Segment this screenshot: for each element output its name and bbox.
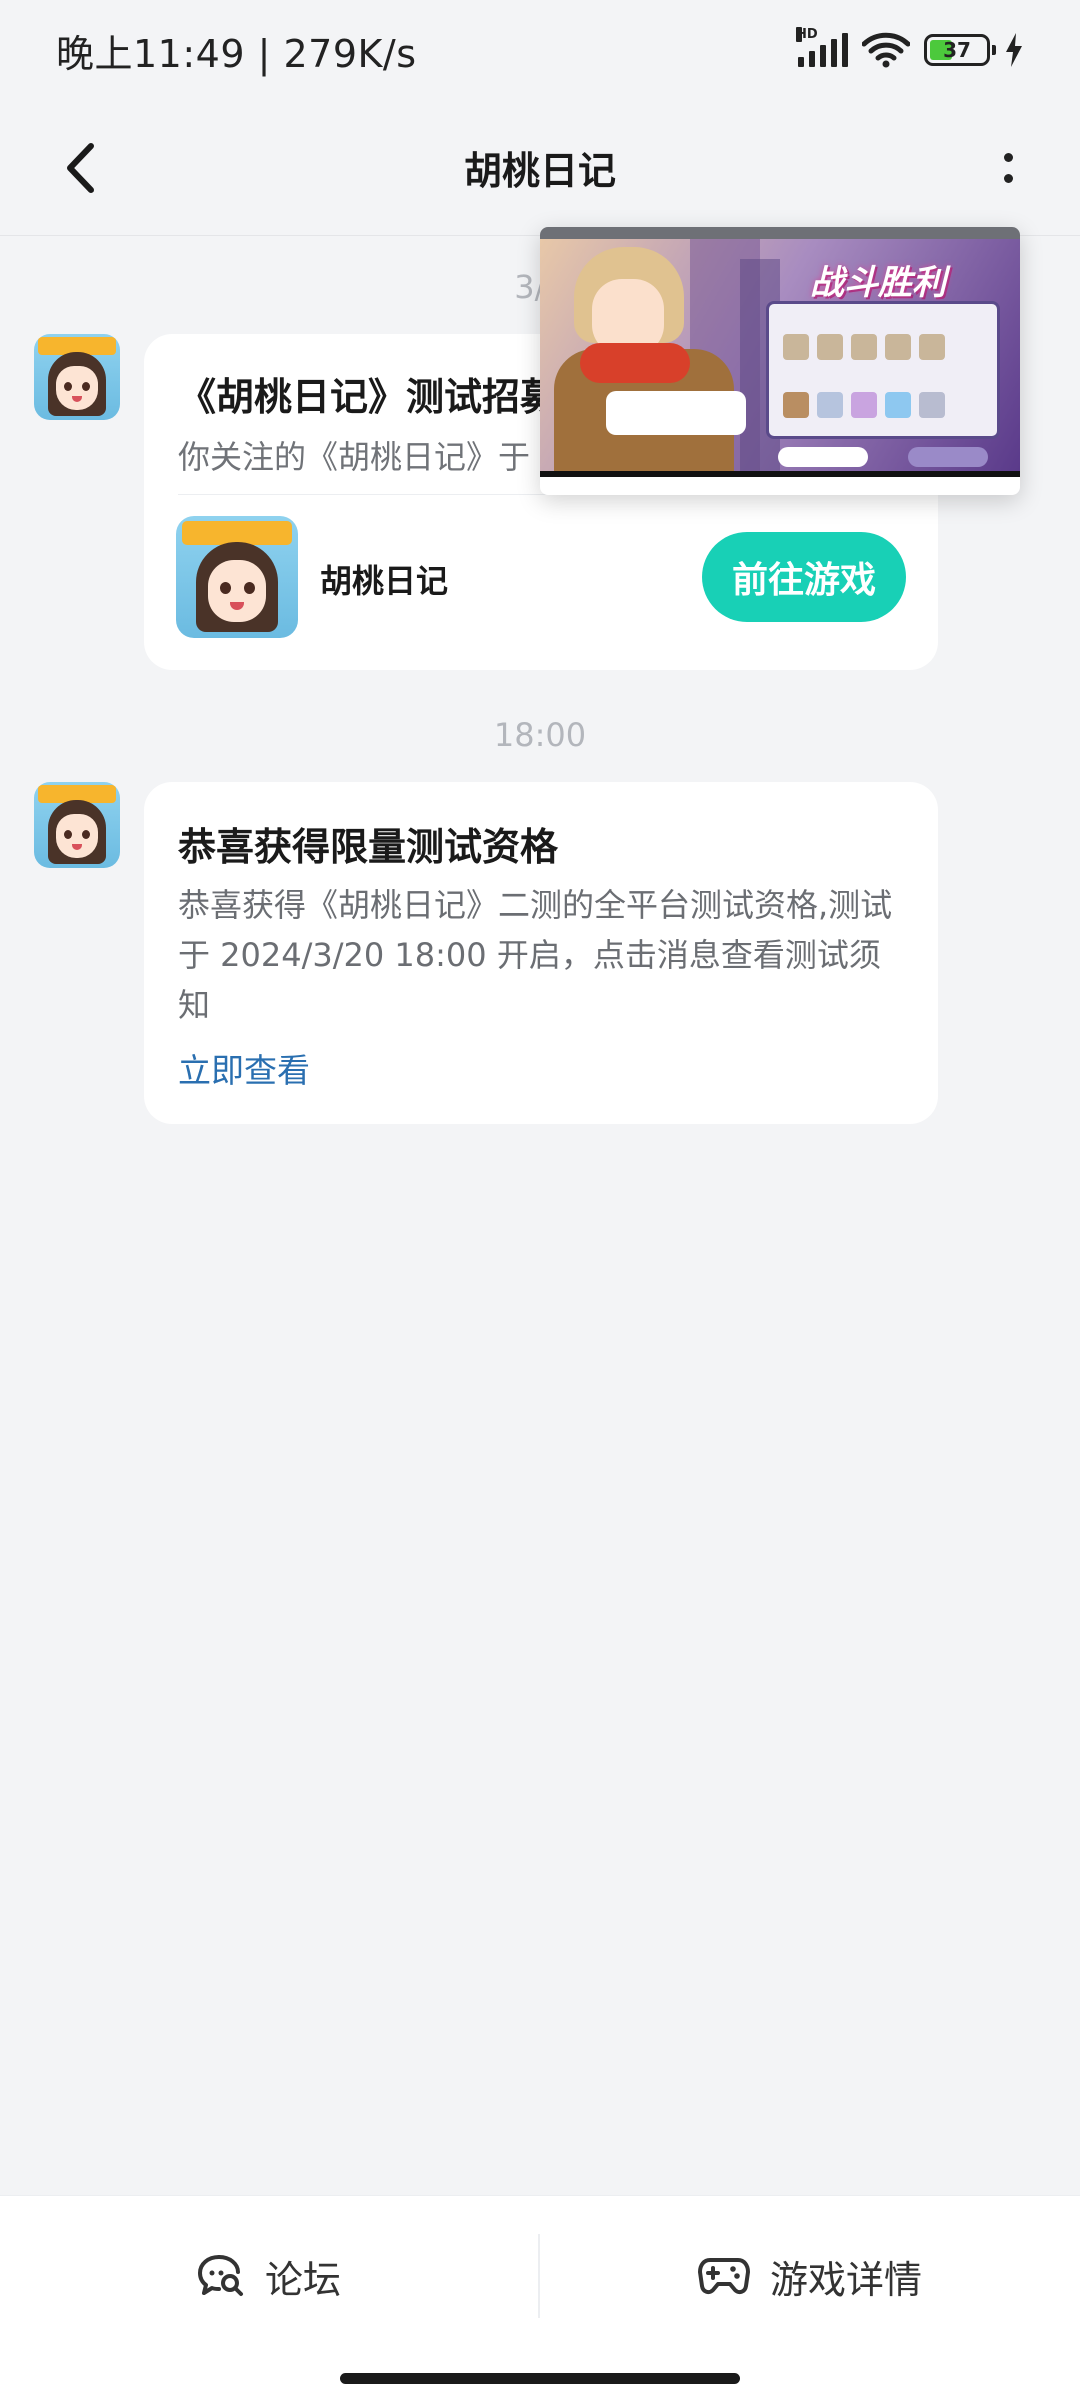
- result-panel: [766, 301, 1000, 439]
- home-indicator[interactable]: [340, 2373, 740, 2384]
- game-scene-image: 战斗胜利: [540, 239, 1020, 471]
- forum-button[interactable]: 论坛: [0, 2196, 538, 2356]
- status-icons: HD 37: [796, 27, 1024, 68]
- message-subtitle: 你关注的《胡桃日记》于: [178, 438, 531, 476]
- more-options-button[interactable]: [980, 134, 1036, 202]
- floating-window-handle[interactable]: [540, 227, 1020, 239]
- back-button[interactable]: [52, 134, 108, 202]
- view-now-link[interactable]: 立即查看: [178, 1044, 310, 1092]
- sender-avatar[interactable]: [34, 334, 120, 420]
- signal-icon: HD: [796, 27, 848, 67]
- game-icon[interactable]: [176, 516, 298, 638]
- wifi-icon: [862, 32, 910, 68]
- go-to-game-button[interactable]: 前往游戏: [702, 532, 906, 622]
- dialog-bubble: [606, 391, 746, 435]
- top-nav-bar: 胡桃日记: [0, 100, 1080, 236]
- network-type-label: HD: [796, 27, 818, 42]
- gamepad-icon: [697, 2258, 750, 2295]
- bottom-action-bar: 论坛 游戏详情: [0, 2195, 1080, 2400]
- message-title: 《胡桃日记》测试招募: [178, 375, 559, 419]
- video-progress-bar: [540, 471, 1020, 477]
- battery-icon: 37: [924, 34, 996, 66]
- message-body: 恭喜获得《胡桃日记》二测的全平台测试资格,测试于 2024/3/20 18:00…: [178, 886, 893, 1024]
- floating-video-window[interactable]: 战斗胜利: [540, 227, 1020, 495]
- chat-search-icon: [197, 2255, 243, 2296]
- message-timestamp: 18:00: [493, 716, 587, 754]
- status-bar: 晚上11:49 | 279K/s HD 37: [0, 0, 1080, 100]
- sender-avatar[interactable]: [34, 782, 120, 868]
- game-details-button[interactable]: 游戏详情: [540, 2196, 1080, 2356]
- page-title: 胡桃日记: [463, 149, 616, 193]
- message-card[interactable]: 恭喜获得限量测试资格 恭喜获得《胡桃日记》二测的全平台测试资格,测试于 2024…: [144, 782, 938, 1124]
- battery-level: 37: [943, 38, 971, 62]
- status-time-speed: 晚上11:49 | 279K/s: [56, 31, 417, 76]
- next-button: [908, 447, 988, 467]
- more-vertical-icon: [1003, 153, 1013, 162]
- game-details-label: 游戏详情: [769, 2257, 922, 2302]
- retry-button: [778, 447, 868, 467]
- charging-icon: [1006, 33, 1022, 67]
- chevron-left-icon: [67, 143, 94, 193]
- game-name: 胡桃日记: [320, 562, 449, 600]
- message-title: 恭喜获得限量测试资格: [178, 825, 559, 869]
- forum-label: 论坛: [264, 2257, 341, 2302]
- victory-banner: 战斗胜利: [810, 263, 946, 303]
